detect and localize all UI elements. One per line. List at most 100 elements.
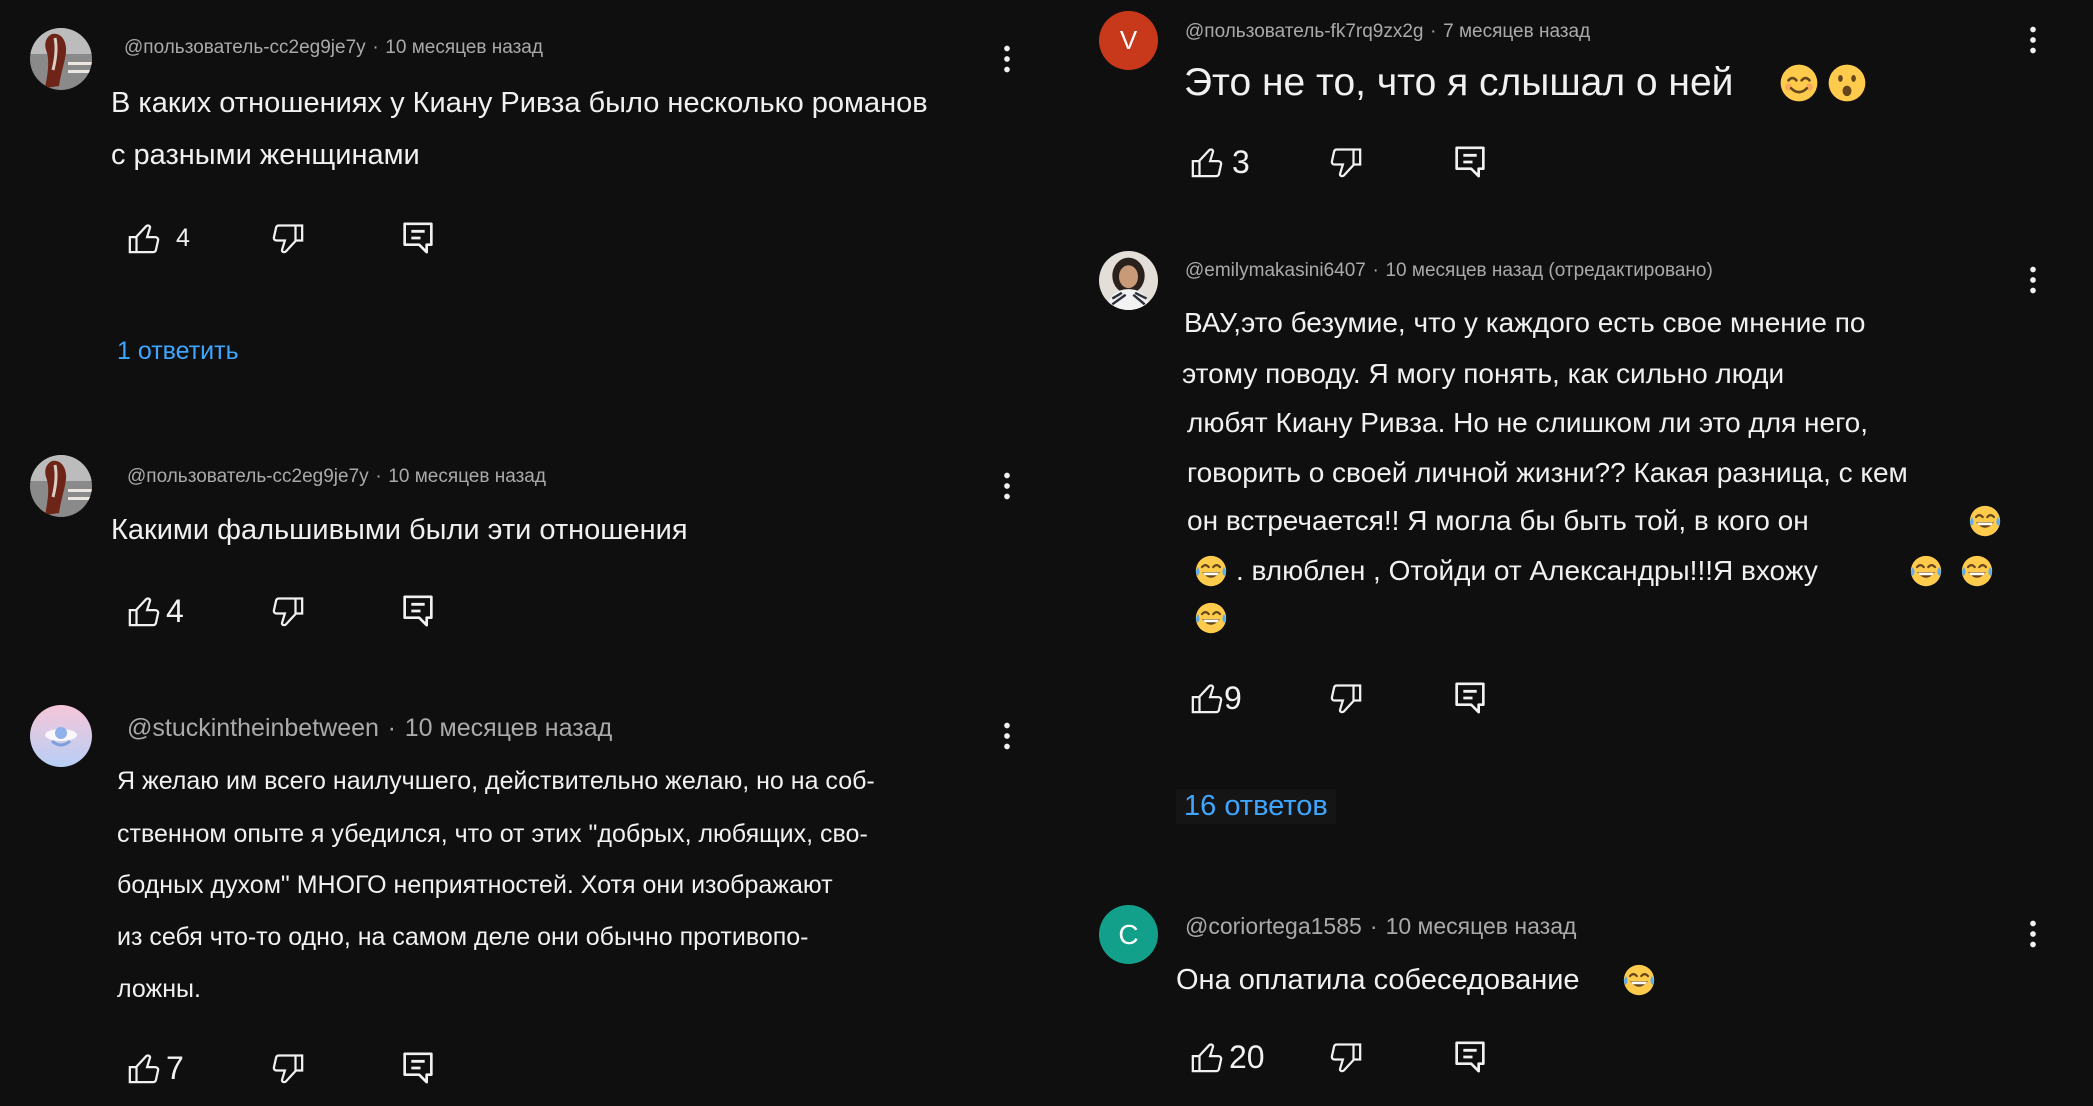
thumbs-down-icon	[268, 218, 308, 258]
thumbs-down-icon	[1326, 678, 1366, 718]
author-handle[interactable]: @coriortega1585	[1185, 913, 1362, 939]
tears-of-joy-emoji-icon	[1193, 553, 1229, 589]
dislike-button[interactable]	[1326, 1037, 1366, 1077]
comment-text-line: говорить о своей личной жизни?? Какая ра…	[1187, 457, 1908, 488]
tears-of-joy-emoji-icon	[1908, 553, 1944, 589]
more-actions-button[interactable]	[2015, 22, 2051, 58]
reply-button[interactable]	[398, 591, 438, 631]
comment-header: @emilymakasini6407 · 10 месяцев назад (отр…	[1185, 260, 1713, 283]
reply-button[interactable]	[1450, 1037, 1490, 1077]
avatar-image	[30, 455, 92, 517]
comment-text-line: ВАУ,это безумие, что у каждого есть свое…	[1184, 307, 1866, 338]
more-actions-button[interactable]	[989, 468, 1025, 504]
avatar-image	[30, 28, 92, 90]
comment-header: @пользователь-cc2eg9je7y · 10 месяцев наза…	[127, 466, 546, 489]
comment-text-line: ственном опыте я убедился, что от этих "…	[117, 820, 868, 848]
reply-icon	[398, 591, 438, 631]
thumbs-down-icon	[1326, 142, 1366, 182]
more-actions-button[interactable]	[989, 41, 1025, 77]
comment-header: @coriortega1585 · 10 месяцев назад	[1185, 913, 1576, 941]
horse-photo-avatar[interactable]	[30, 455, 92, 517]
more-vertical-icon	[2015, 916, 2051, 952]
reply-button[interactable]	[1450, 142, 1490, 182]
reply-button[interactable]	[1450, 678, 1490, 718]
reply-button[interactable]	[398, 1048, 438, 1088]
thumbs-up-icon	[1187, 142, 1227, 182]
comment-header: @пользователь-fk7rq9zx2g · 7 месяцев назад	[1185, 21, 1590, 44]
like-count: 3	[1232, 144, 1250, 180]
meta-separator: ·	[387, 714, 396, 742]
comment-text-line: Это не то, что я слышал о ней	[1184, 61, 1734, 104]
tears-of-joy-emoji-icon	[1621, 962, 1657, 998]
thumbs-up-icon	[124, 591, 164, 631]
reply-icon	[398, 218, 438, 258]
dislike-button[interactable]	[268, 1048, 308, 1088]
more-vertical-icon	[2015, 22, 2051, 58]
avatar-letter: C	[1118, 918, 1139, 950]
comment-text-line: . влюблен , Отойди от Александры!!!Я вхо…	[1236, 555, 1818, 586]
like-button[interactable]	[1187, 678, 1227, 718]
meta-separator: ·	[375, 466, 382, 487]
dislike-button[interactable]	[1326, 142, 1366, 182]
like-button[interactable]	[1187, 142, 1227, 182]
thumbs-up-icon	[1187, 1037, 1227, 1077]
thumbs-down-icon	[1326, 1037, 1366, 1077]
author-handle[interactable]: @stuckintheinbetween	[127, 714, 379, 742]
avatar-image	[1099, 251, 1158, 310]
reply-icon	[1450, 142, 1490, 182]
comment-time[interactable]: 10 месяцев назад	[1386, 913, 1577, 939]
dislike-button[interactable]	[1326, 678, 1366, 718]
more-vertical-icon	[989, 718, 1025, 754]
comments-page: @пользователь-cc2eg9je7y · 10 месяцев наза…	[0, 0, 2093, 1106]
comment-time[interactable]: 7 месяцев назад	[1443, 21, 1590, 42]
more-actions-button[interactable]	[2015, 262, 2051, 298]
avatar-image	[30, 705, 92, 767]
dislike-button[interactable]	[268, 218, 308, 258]
view-replies-link[interactable]: 16 ответов	[1176, 789, 1336, 824]
tears-of-joy-emoji-icon	[1193, 600, 1229, 636]
avatar-letter: V	[1119, 25, 1138, 55]
comment-text-line: Я желаю им всего наилучшего, действитель…	[117, 767, 875, 795]
like-button[interactable]	[124, 591, 164, 631]
comment-text-line: с разными женщинами	[111, 139, 420, 171]
more-vertical-icon	[2015, 262, 2051, 298]
comment-text-line: он встречается!! Я могла бы быть той, в …	[1187, 505, 1809, 536]
author-handle[interactable]: @пользователь-fk7rq9zx2g	[1185, 21, 1423, 42]
author-handle[interactable]: @emilymakasini6407	[1185, 260, 1366, 281]
horse-photo-avatar[interactable]	[30, 28, 92, 90]
smiling-face-emoji-icon	[1778, 62, 1820, 104]
more-actions-button[interactable]	[2015, 916, 2051, 952]
more-vertical-icon	[989, 41, 1025, 77]
pastel-figure-avatar[interactable]	[30, 705, 92, 767]
woman-photo-avatar[interactable]	[1099, 251, 1158, 310]
like-button[interactable]	[124, 218, 164, 258]
comment-text-line: ложны.	[117, 975, 201, 1003]
like-button[interactable]	[124, 1048, 164, 1088]
meta-separator: ·	[1430, 21, 1437, 42]
more-vertical-icon	[989, 468, 1025, 504]
more-actions-button[interactable]	[989, 718, 1025, 754]
like-count: 4	[166, 593, 184, 629]
comment-text-line: из себя что-то одно, на самом деле они о…	[117, 923, 809, 951]
comment-time[interactable]: 10 месяцев назад	[1385, 260, 1543, 281]
view-replies-link[interactable]: 1 ответить	[117, 336, 239, 366]
comment-time[interactable]: 10 месяцев назад	[385, 37, 543, 58]
like-count: 9	[1224, 680, 1242, 716]
author-handle[interactable]: @пользователь-cc2eg9je7y	[124, 37, 366, 58]
comment-text-line: этому поводу. Я могу понять, как сильно …	[1182, 358, 1785, 389]
like-count: 20	[1229, 1039, 1265, 1075]
comment-time[interactable]: 10 месяцев назад	[388, 466, 546, 487]
author-handle[interactable]: @пользователь-cc2eg9je7y	[127, 466, 369, 487]
letter-avatar[interactable]: V	[1099, 11, 1158, 70]
letter-avatar[interactable]: C	[1099, 905, 1158, 964]
comment-header: @пользователь-cc2eg9je7y · 10 месяцев наза…	[124, 37, 543, 60]
reply-icon	[1450, 678, 1490, 718]
comment-time[interactable]: 10 месяцев назад	[405, 714, 612, 742]
like-button[interactable]	[1187, 1037, 1227, 1077]
comment-text-line: В каких отношениях у Киану Ривза было не…	[111, 87, 928, 119]
edited-label: (отредактировано)	[1548, 260, 1713, 281]
reply-button[interactable]	[398, 218, 438, 258]
like-count: 7	[166, 1050, 184, 1086]
comment-header: @stuckintheinbetween · 10 месяцев назад	[127, 713, 612, 743]
dislike-button[interactable]	[268, 591, 308, 631]
